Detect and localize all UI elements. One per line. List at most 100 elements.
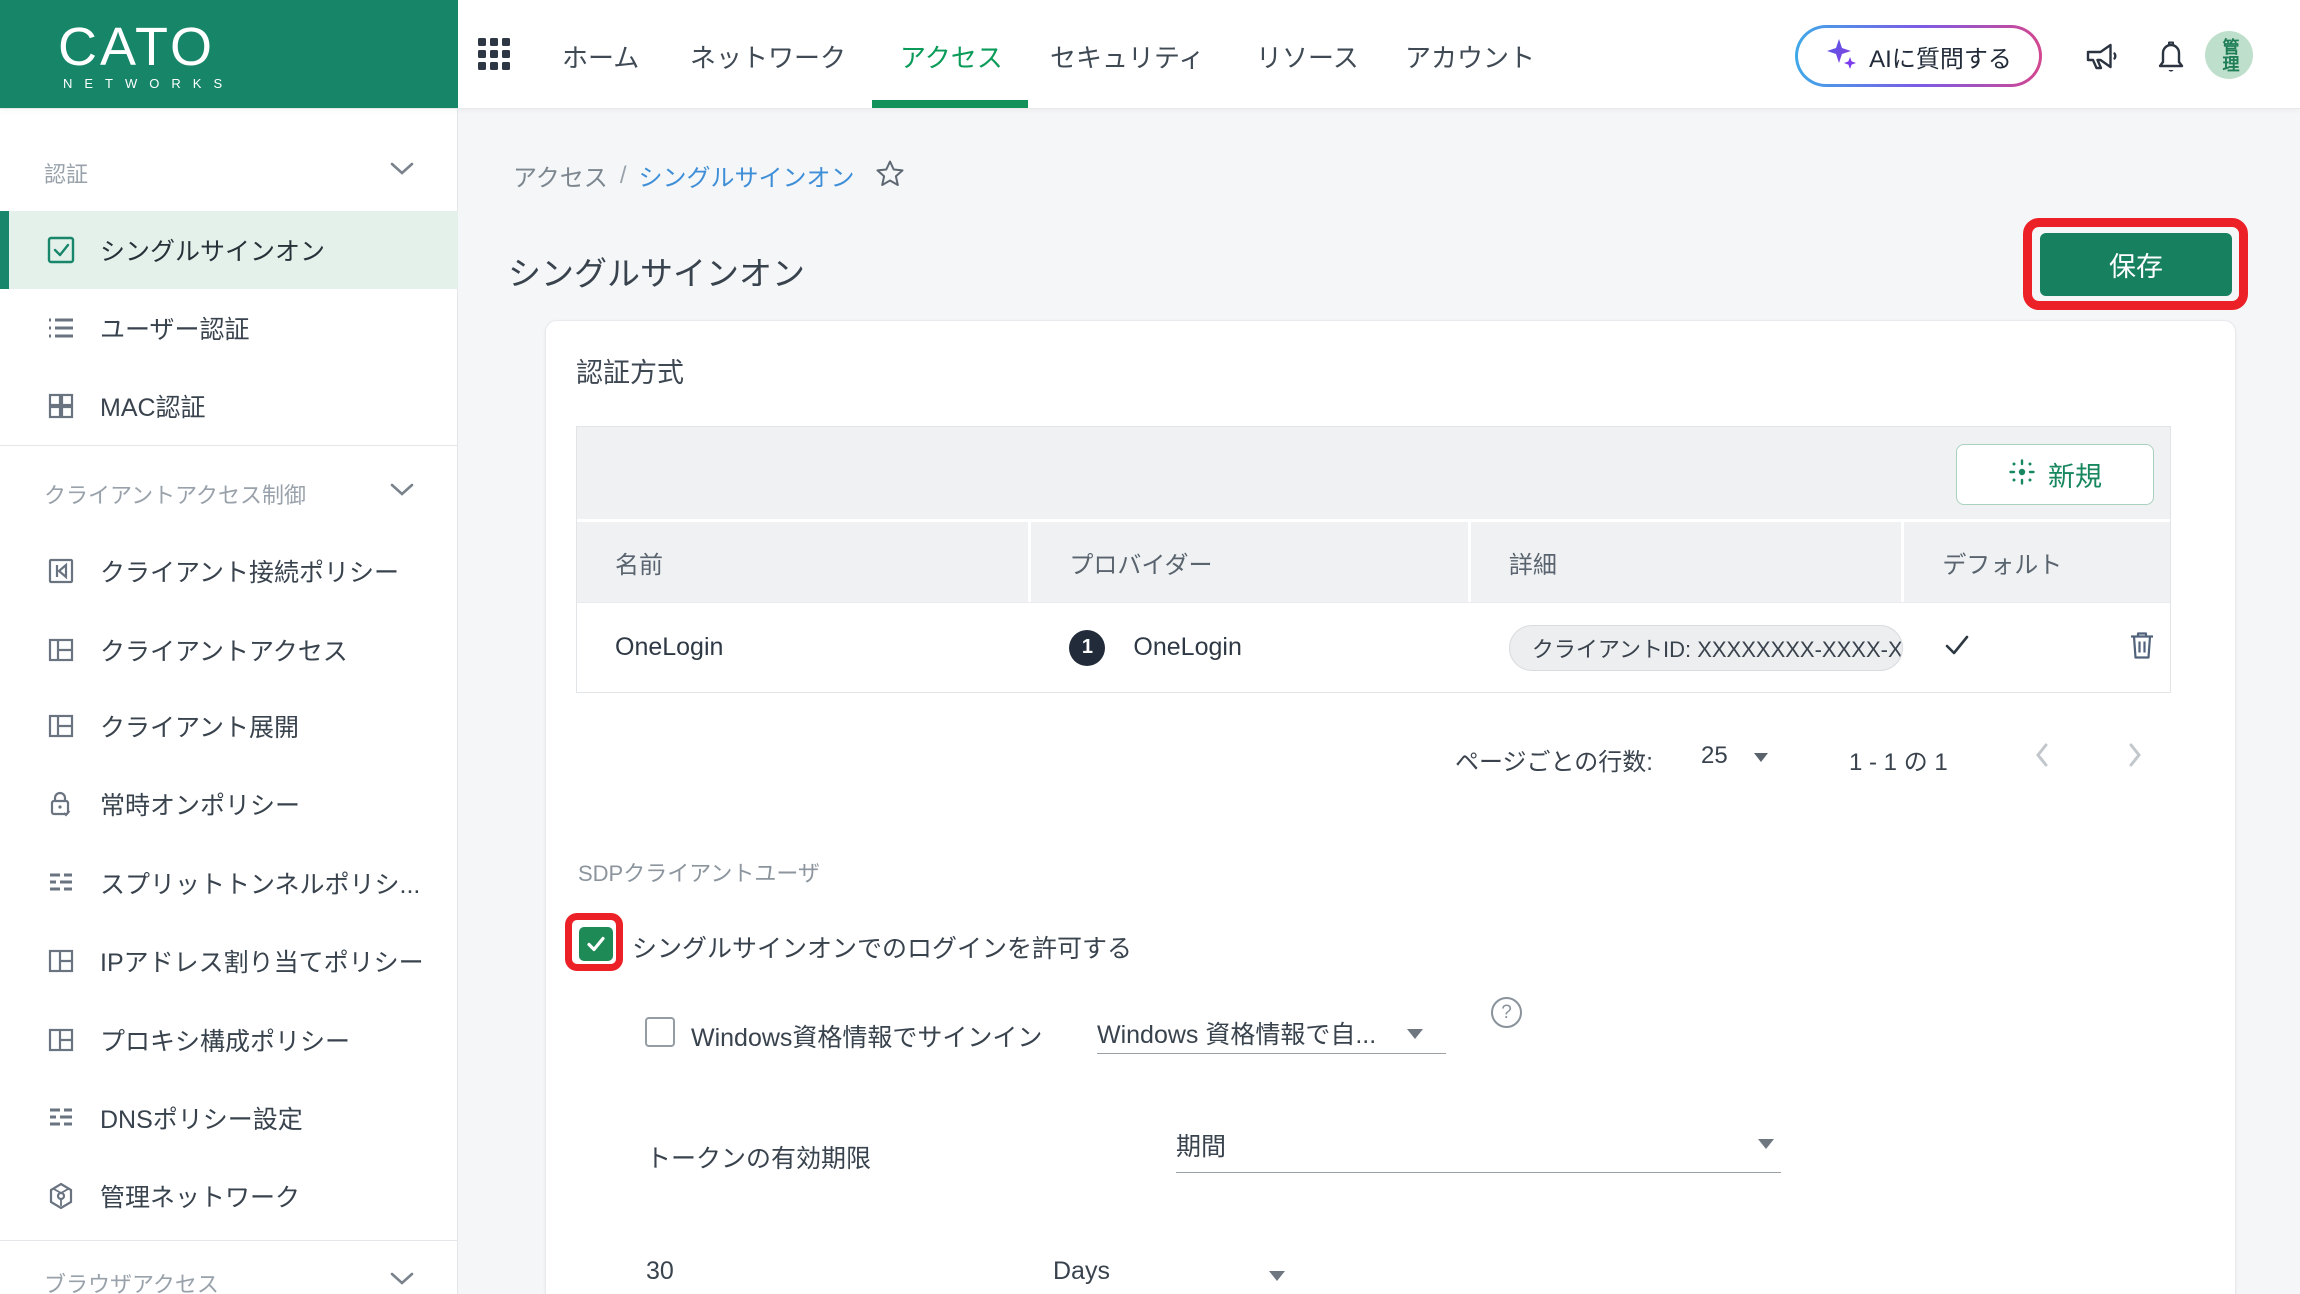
rows-per-page-select[interactable]: 25: [1701, 742, 1728, 770]
auth-methods-table: 新規 名前 プロバイダー 詳細 デフォルト OneLogin 1 OneLogi…: [576, 426, 2171, 693]
sparkle-icon: [1825, 37, 1859, 76]
sidebar-item-label: クライアントアクセス: [100, 638, 348, 666]
column-header-name: 名前: [577, 522, 1029, 602]
table-row[interactable]: OneLogin 1 OneLogin クライアントID: XXXXXXXX-X…: [577, 602, 2170, 692]
new-button-label: 新規: [2048, 462, 2102, 492]
sidebar-item-label: ユーザー認証: [100, 316, 250, 344]
client-id-text: クライアントID: XXXXXXXX-XXXX-X: [1531, 636, 1903, 662]
ask-ai-button[interactable]: AIに質問する: [1795, 25, 2042, 87]
sidebar-section-client-access-control[interactable]: クライアントアクセス制御: [44, 478, 306, 510]
checkbox-check-icon: [44, 233, 78, 267]
sidebar: 認証 シングルサインオン ユーザー認証 MAC認証 クライアントアクセス制御 ク…: [0, 108, 458, 1294]
help-icon[interactable]: ?: [1491, 997, 1522, 1028]
delete-icon[interactable]: [2126, 628, 2158, 667]
top-header: CATO NETWORKS ホーム ネットワーク アクセス セキュリティ リソー…: [0, 0, 2300, 108]
page-title: シングルサインオン: [508, 255, 805, 292]
sidebar-item-label: 管理ネットワーク: [100, 1184, 301, 1212]
avatar-label: 管理: [2219, 38, 2239, 72]
table-header-row: 名前 プロバイダー 詳細 デフォルト: [577, 522, 2170, 602]
token-expiry-label: トークンの有効期限: [646, 1145, 872, 1173]
layout-icon: [44, 944, 78, 978]
avatar[interactable]: 管理: [2205, 31, 2253, 79]
app-root: CATO NETWORKS ホーム ネットワーク アクセス セキュリティ リソー…: [0, 0, 2300, 1294]
sidebar-item-label: クライアント接続ポリシー: [100, 559, 400, 587]
sidebar-item-always-on-policy[interactable]: 常時オンポリシー: [0, 765, 458, 843]
windows-select-caret-icon: [1407, 1029, 1423, 1039]
windows-credentials-checkbox[interactable]: [645, 1017, 675, 1047]
cube-icon: [44, 1179, 78, 1213]
rows-icon: [44, 1101, 78, 1135]
sdp-section-label: SDPクライアントユーザ: [578, 861, 820, 886]
rows-per-page-label: ページごとの行数:: [1455, 749, 1653, 776]
column-header-details: 詳細: [1470, 522, 1902, 602]
token-type-caret-icon: [1758, 1139, 1774, 1149]
sidebar-item-dns-policy[interactable]: DNSポリシー設定: [0, 1079, 458, 1157]
token-unit-caret-icon: [1269, 1271, 1285, 1281]
active-tab-underline: [872, 100, 1028, 108]
client-id-chip: クライアントID: XXXXXXXX-XXXX-X: [1508, 624, 1903, 671]
sidebar-section-browser-access[interactable]: ブラウザアクセス: [44, 1267, 219, 1294]
sidebar-item-label: シングルサインオン: [100, 238, 326, 266]
save-button[interactable]: 保存: [2040, 233, 2232, 296]
sidebar-item-mac-auth[interactable]: MAC認証: [0, 367, 458, 445]
sidebar-item-split-tunnel-policy[interactable]: スプリットトンネルポリシ...: [0, 844, 458, 922]
bell-icon[interactable]: [2148, 32, 2194, 83]
nav-network[interactable]: ネットワーク: [690, 38, 846, 75]
skip-back-square-icon: [44, 554, 78, 588]
lock-check-icon: [44, 787, 78, 821]
windows-select-underline: [1097, 1053, 1446, 1054]
nav-home[interactable]: ホーム: [562, 38, 639, 75]
provider-badge: 1: [1069, 629, 1106, 666]
nav-account[interactable]: アカウント: [1405, 38, 1535, 75]
nav-access[interactable]: アクセス: [900, 38, 1003, 75]
allow-sso-label: シングルサインオンでのログインを許可する: [632, 935, 1133, 963]
token-unit-select[interactable]: Days: [1053, 1257, 1110, 1286]
token-type-underline: [1176, 1172, 1781, 1173]
list-icon: [44, 311, 78, 345]
row-provider: OneLogin: [1133, 633, 1242, 661]
layout-icon: [44, 1023, 78, 1057]
token-value-input[interactable]: 30: [646, 1257, 674, 1286]
token-type-select[interactable]: 期間: [1176, 1127, 1226, 1163]
new-burst-icon: [2008, 458, 2036, 491]
page-prev-icon[interactable]: [2031, 739, 2053, 776]
column-header-default: デフォルト: [1904, 522, 2170, 602]
nav-security[interactable]: セキュリティ: [1050, 38, 1204, 75]
sidebar-item-label: MAC認証: [100, 394, 206, 422]
sso-settings-card: 認証方式 新規 名前 プロバイダー 詳細 デフォルト OneLogin 1 On…: [545, 320, 2236, 1294]
sidebar-item-label: 常時オンポリシー: [100, 792, 301, 820]
allow-sso-checkbox[interactable]: [579, 927, 613, 961]
ask-ai-label: AIに質問する: [1869, 45, 2012, 73]
sidebar-section-auth[interactable]: 認証: [44, 157, 88, 189]
favorite-star-icon[interactable]: [874, 158, 906, 195]
sidebar-item-label: スプリットトンネルポリシ...: [100, 871, 421, 899]
breadcrumb-parent[interactable]: アクセス: [513, 158, 608, 193]
page-next-icon[interactable]: [2124, 739, 2146, 776]
sidebar-item-managed-network[interactable]: 管理ネットワーク: [0, 1157, 458, 1235]
sidebar-item-proxy-config-policy[interactable]: プロキシ構成ポリシー: [0, 1001, 458, 1079]
sidebar-item-label: DNSポリシー設定: [100, 1106, 303, 1134]
sidebar-item-ip-allocation-policy[interactable]: IPアドレス割り当てポリシー: [0, 922, 458, 1000]
chevron-down-icon: [388, 1270, 416, 1293]
cato-logo[interactable]: CATO NETWORKS: [0, 0, 458, 108]
sidebar-item-client-connection-policy[interactable]: クライアント接続ポリシー: [0, 532, 458, 610]
new-button[interactable]: 新規: [1956, 444, 2154, 505]
breadcrumb: アクセス / シングルサインオン: [513, 156, 906, 195]
apps-grid-icon[interactable]: [478, 38, 512, 72]
logo-text: CATO: [58, 17, 216, 77]
auth-methods-heading: 認証方式: [576, 358, 684, 388]
sidebar-item-client-rollout[interactable]: クライアント展開: [0, 687, 458, 765]
sidebar-item-user-auth[interactable]: ユーザー認証: [0, 289, 458, 367]
rows-per-page-caret-icon: [1754, 753, 1768, 762]
windows-credentials-select[interactable]: Windows 資格情報で自...: [1097, 1015, 1376, 1051]
nav-resources[interactable]: リソース: [1256, 38, 1359, 75]
megaphone-icon[interactable]: [2080, 34, 2124, 83]
layout-icon: [44, 709, 78, 743]
divider: [0, 445, 458, 446]
windows-credentials-label: Windows資格情報でサインイン: [691, 1024, 1043, 1052]
sidebar-item-single-sign-on[interactable]: シングルサインオン: [0, 211, 458, 289]
sidebar-item-client-access[interactable]: クライアントアクセス: [0, 611, 458, 689]
chevron-down-icon: [388, 481, 416, 504]
pagination-range: 1 - 1 の 1: [1849, 749, 1948, 776]
breadcrumb-current[interactable]: シングルサインオン: [638, 158, 854, 193]
